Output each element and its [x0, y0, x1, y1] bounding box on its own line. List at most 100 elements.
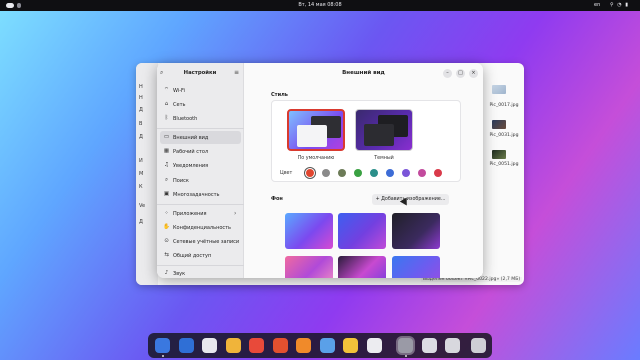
- accent-color-option[interactable]: [418, 169, 426, 177]
- wifi-icon: ⌔: [163, 87, 170, 93]
- network-icon: ⌂: [164, 101, 169, 107]
- file-thumbnail[interactable]: [492, 120, 506, 129]
- sidebar-item-bluetooth[interactable]: ᛒ Bluetooth: [160, 112, 241, 125]
- presentation-icon[interactable]: [296, 338, 311, 353]
- bluetooth-icon: ᛒ: [164, 115, 169, 121]
- style-section-label: Стиль: [271, 92, 288, 98]
- sidebar-item-label: Внешний вид: [173, 135, 209, 141]
- sidebar-divider: [157, 204, 244, 205]
- sidebar-item-apps[interactable]: ⁘ Приложения ›: [160, 207, 241, 220]
- sidebar-item-label: Сетевые учётные записи: [173, 239, 240, 245]
- sidebar-item-wifi[interactable]: ⌔ Wi-Fi: [160, 84, 241, 97]
- files-sidebar-item[interactable]: Д: [139, 107, 143, 113]
- accent-color-option[interactable]: [434, 169, 442, 177]
- settings-icon[interactable]: [398, 338, 413, 353]
- sidebar-item-multitasking[interactable]: ▣ Многозадачность: [160, 188, 241, 201]
- files-sidebar-item[interactable]: В: [139, 121, 142, 127]
- office-icon[interactable]: [272, 338, 288, 353]
- files-sidebar-item[interactable]: Ve: [139, 203, 145, 209]
- files-sidebar-item[interactable]: Н: [139, 84, 143, 90]
- multitasking-icon: ▣: [163, 191, 170, 197]
- style-dark-label: Темный: [374, 156, 394, 161]
- minimize-button[interactable]: –: [443, 69, 452, 78]
- menu-icon[interactable]: ≡: [234, 69, 239, 76]
- background-tile[interactable]: [392, 213, 440, 249]
- sidebar-item-notifications[interactable]: ♫ Уведомления: [160, 159, 241, 172]
- sidebar-item-label: Уведомления: [173, 163, 209, 169]
- style-option-default[interactable]: [287, 109, 345, 151]
- style-option-dark[interactable]: [355, 109, 413, 151]
- sidebar-item-label: Общий доступ: [173, 253, 212, 259]
- apps-icon: ⁘: [164, 210, 169, 216]
- file-thumbnail[interactable]: [492, 150, 506, 159]
- sidebar-item-privacy[interactable]: ✋ Конфиденциальность: [160, 221, 241, 234]
- appearance-page: Внешний вид – □ × Стиль По умолчанию Тем…: [244, 63, 483, 278]
- photos-icon[interactable]: [319, 338, 335, 353]
- calendar-icon[interactable]: [225, 338, 241, 353]
- background-tile[interactable]: [392, 256, 440, 278]
- background-tile[interactable]: [285, 256, 333, 278]
- sidebar-divider: [157, 128, 244, 129]
- privacy-icon: ✋: [163, 224, 170, 230]
- preview-front-window: [297, 125, 327, 147]
- files-sidebar-item[interactable]: К: [139, 184, 143, 190]
- sidebar-item-desktop[interactable]: ▦ Рабочий стол: [160, 145, 241, 158]
- sharing-icon: ⇆: [164, 252, 169, 258]
- file-name[interactable]: Pic_0051.jpg: [484, 162, 524, 167]
- maximize-button[interactable]: □: [456, 69, 465, 78]
- accent-color-option[interactable]: [354, 169, 362, 177]
- sidebar-item-search[interactable]: ⌕ Поиск: [160, 174, 241, 187]
- language-indicator[interactable]: en: [594, 2, 600, 8]
- calendar2-icon[interactable]: [249, 338, 264, 353]
- background-tile[interactable]: [285, 213, 333, 249]
- close-button[interactable]: ×: [469, 69, 478, 78]
- sidebar-header: ⌕ Настройки ≡: [157, 63, 243, 83]
- files-sidebar-item[interactable]: Н: [139, 95, 143, 101]
- files-sidebar-item[interactable]: Д: [139, 134, 143, 140]
- files-sidebar-item[interactable]: Д: [139, 219, 143, 225]
- chevron-right-icon: ›: [234, 210, 237, 217]
- files-icon[interactable]: [155, 338, 170, 353]
- mail-icon[interactable]: [202, 338, 217, 353]
- background-tile[interactable]: [338, 213, 386, 249]
- files-sidebar-item[interactable]: И: [139, 158, 143, 164]
- accent-color-option[interactable]: [338, 169, 346, 177]
- accent-color-option[interactable]: [306, 169, 314, 177]
- sidebar-item-sound[interactable]: ♪ Звук: [160, 267, 241, 278]
- sidebar-item-label: Звук: [173, 271, 186, 277]
- accent-color-option[interactable]: [322, 169, 330, 177]
- sidebar-item-online-accounts[interactable]: ⊙ Сетевые учётные записи: [160, 235, 241, 248]
- trash-icon[interactable]: [445, 338, 460, 353]
- accent-color-option[interactable]: [402, 169, 410, 177]
- background-tile[interactable]: [338, 256, 386, 278]
- browser-icon[interactable]: [178, 338, 194, 353]
- settings-window[interactable]: ⌕ Настройки ≡ ⌔ Wi-Fi ⌂ Сеть ᛒ Bluetooth…: [157, 63, 483, 278]
- clock[interactable]: Вт, 14 мая 08:08: [0, 2, 640, 8]
- file-name[interactable]: Pic_0017.jpg: [484, 103, 524, 108]
- sidebar-item-label: Конфиденциальность: [173, 225, 232, 231]
- sidebar-item-label: Рабочий стол: [173, 149, 209, 155]
- sidebar-item-sharing[interactable]: ⇆ Общий доступ: [160, 249, 241, 262]
- system-status-icons[interactable]: ⚲ ◔ ▮: [610, 2, 629, 8]
- sidebar-item-label: Многозадачность: [173, 192, 220, 198]
- accent-color-option[interactable]: [386, 169, 394, 177]
- file-name[interactable]: Pic_0031.jpg: [484, 133, 524, 138]
- app-grid-icon[interactable]: [470, 338, 486, 353]
- plus-icon: +: [375, 197, 380, 202]
- file-thumbnail[interactable]: [492, 85, 506, 94]
- sound-icon: ♪: [164, 270, 169, 276]
- settings-sidebar: ⌕ Настройки ≡ ⌔ Wi-Fi ⌂ Сеть ᛒ Bluetooth…: [157, 63, 244, 278]
- music-icon[interactable]: [343, 338, 358, 353]
- desktop-icon: ▦: [163, 148, 170, 154]
- sidebar-item-network[interactable]: ⌂ Сеть: [160, 98, 241, 111]
- sidebar-item-label: Bluetooth: [173, 116, 198, 122]
- sidebar-divider: [157, 265, 244, 266]
- accent-color-option[interactable]: [370, 169, 378, 177]
- running-indicator: [404, 355, 407, 357]
- monitor-icon[interactable]: [421, 338, 437, 353]
- files-sidebar-item[interactable]: М: [139, 171, 143, 177]
- sidebar-item-appearance[interactable]: ▭ Внешний вид: [160, 131, 241, 144]
- running-indicator: [161, 355, 164, 357]
- style-default-label: По умолчанию: [297, 156, 335, 161]
- software-icon[interactable]: [366, 338, 382, 353]
